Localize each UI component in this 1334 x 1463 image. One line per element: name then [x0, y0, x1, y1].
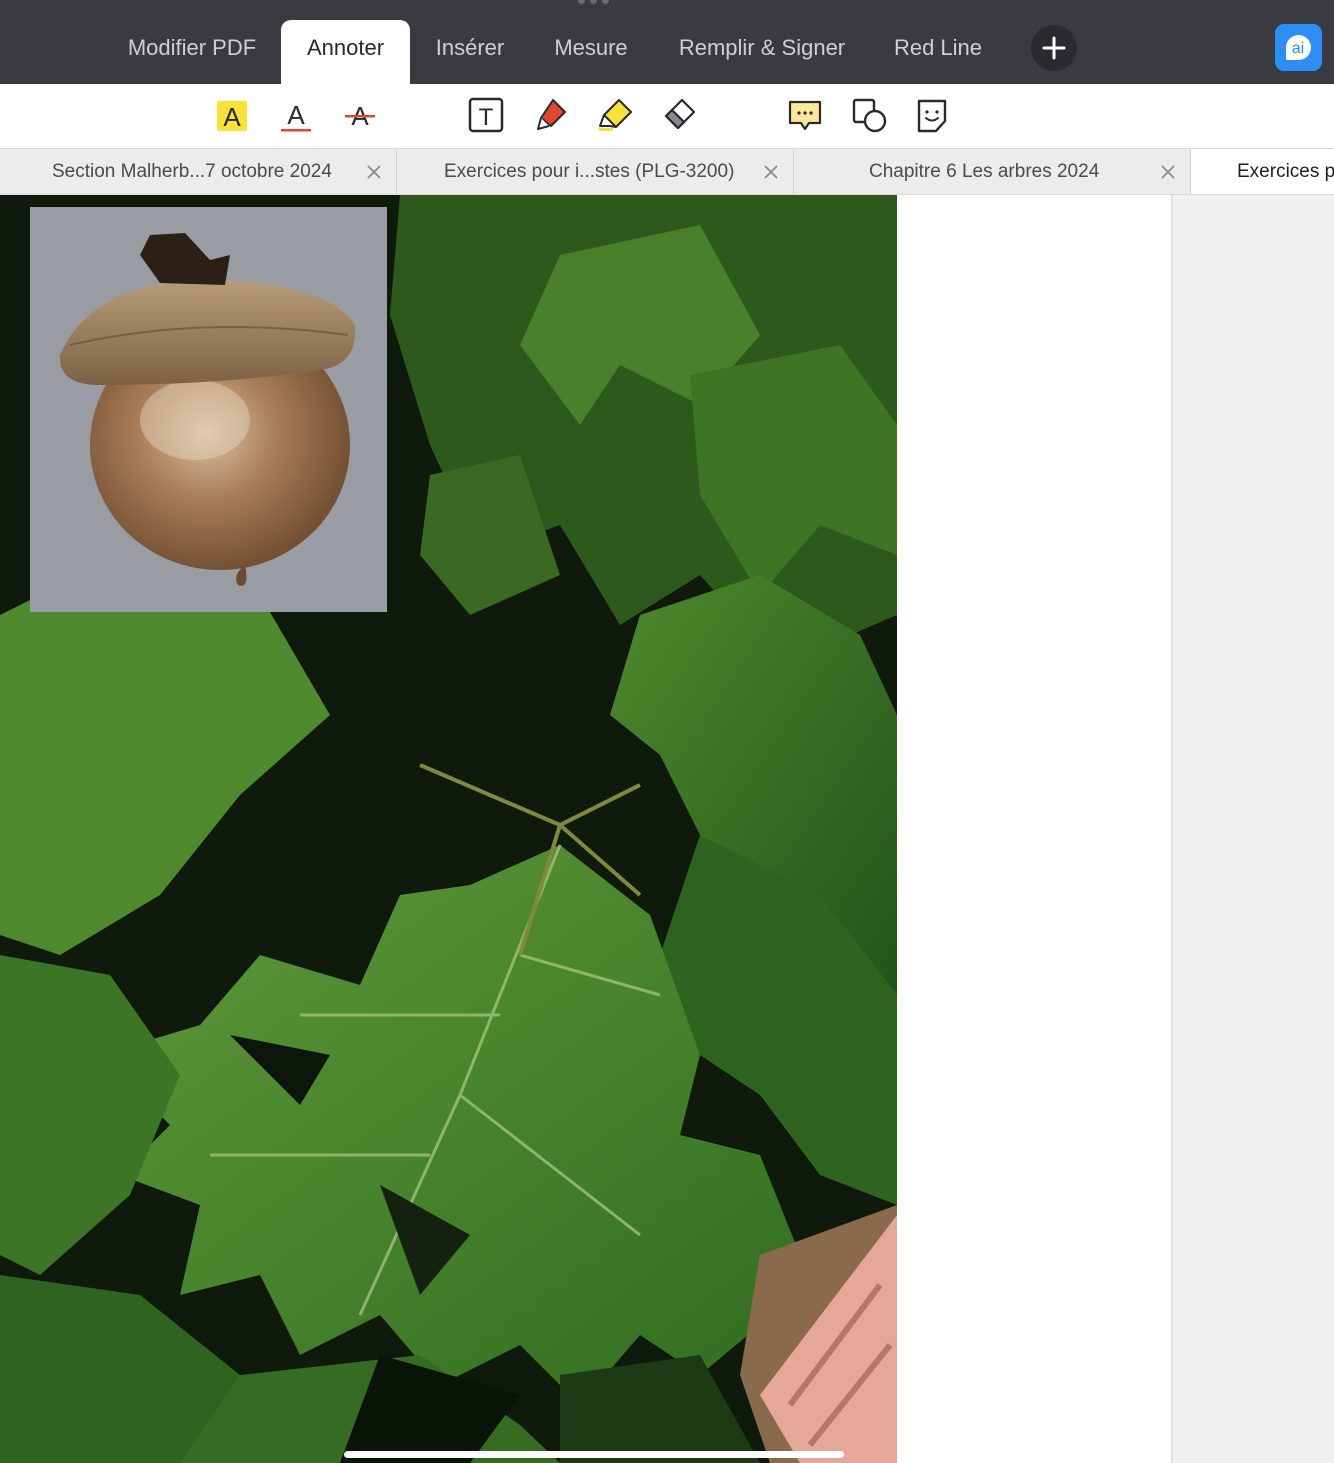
comment-icon — [788, 100, 822, 131]
svg-text:T: T — [479, 104, 494, 131]
eraser-tool[interactable] — [658, 96, 700, 136]
shapes-tool[interactable] — [848, 96, 890, 136]
oak-leaves-photo — [0, 195, 897, 1463]
strikethrough-text-icon: A — [345, 101, 375, 131]
tab-mesure[interactable]: Mesure — [534, 20, 648, 84]
comment-tool[interactable] — [784, 96, 826, 136]
annotation-toolbar: A A A T — [0, 84, 1334, 148]
window-grab-handle[interactable] — [578, 0, 612, 6]
text-box-tool[interactable]: T — [465, 96, 507, 136]
document-tab-label: Exercices pour i...stes (PLG-3200) — [444, 161, 735, 182]
sticker-tool[interactable] — [911, 96, 953, 136]
close-icon[interactable] — [1159, 163, 1177, 181]
document-tab[interactable]: Chapitre 6 Les arbres 2024 — [794, 149, 1191, 194]
svg-text:A: A — [287, 100, 305, 130]
tab-red-line[interactable]: Red Line — [878, 20, 998, 84]
highlight-text-tool[interactable]: A — [211, 96, 253, 136]
svg-text:A: A — [223, 102, 241, 132]
document-tab-bar: Section Malherb...7 octobre 2024 Exercic… — [0, 148, 1334, 195]
document-viewport[interactable] — [0, 195, 1334, 1463]
tab-inserer[interactable]: Insérer — [418, 20, 522, 84]
strikethrough-text-tool[interactable]: A — [339, 96, 381, 136]
home-indicator[interactable] — [344, 1451, 844, 1458]
document-tab[interactable]: Section Malherb...7 octobre 2024 — [0, 149, 397, 194]
tab-remplir-signer[interactable]: Remplir & Signer — [660, 20, 864, 84]
document-tab-label: Chapitre 6 Les arbres 2024 — [869, 161, 1100, 182]
tab-annoter[interactable]: Annoter — [281, 20, 410, 84]
ai-assistant-button[interactable]: ai — [1275, 24, 1322, 71]
add-tab-button[interactable] — [1031, 25, 1077, 71]
document-tab[interactable]: Exercices pour i...stes (PLG-3200) — [397, 149, 794, 194]
underline-text-icon: A — [281, 100, 311, 132]
sticker-icon — [917, 99, 947, 133]
document-tab-label: Exercices p — [1237, 161, 1334, 182]
main-tab-bar: Modifier PDF Annoter Insérer Mesure Remp… — [0, 0, 1334, 84]
ai-button-label: ai — [1292, 40, 1304, 57]
pen-tool[interactable] — [531, 96, 573, 136]
tab-modifier-pdf[interactable]: Modifier PDF — [104, 20, 280, 84]
text-box-icon: T — [468, 97, 504, 133]
ai-bubble-icon: ai — [1286, 35, 1311, 60]
highlighter-icon — [599, 99, 632, 131]
eraser-icon — [664, 98, 696, 130]
document-tab-label: Section Malherb...7 octobre 2024 — [52, 161, 332, 182]
close-icon[interactable] — [365, 163, 383, 181]
pen-icon — [537, 99, 566, 130]
plus-icon — [1042, 36, 1066, 60]
close-icon[interactable] — [762, 163, 780, 181]
document-tab-active[interactable]: Exercices p — [1191, 149, 1334, 194]
underline-text-tool[interactable]: A — [275, 96, 317, 136]
shapes-icon — [852, 98, 887, 133]
highlight-text-icon: A — [217, 101, 247, 132]
highlighter-tool[interactable] — [595, 96, 637, 136]
pdf-page — [0, 195, 1173, 1463]
